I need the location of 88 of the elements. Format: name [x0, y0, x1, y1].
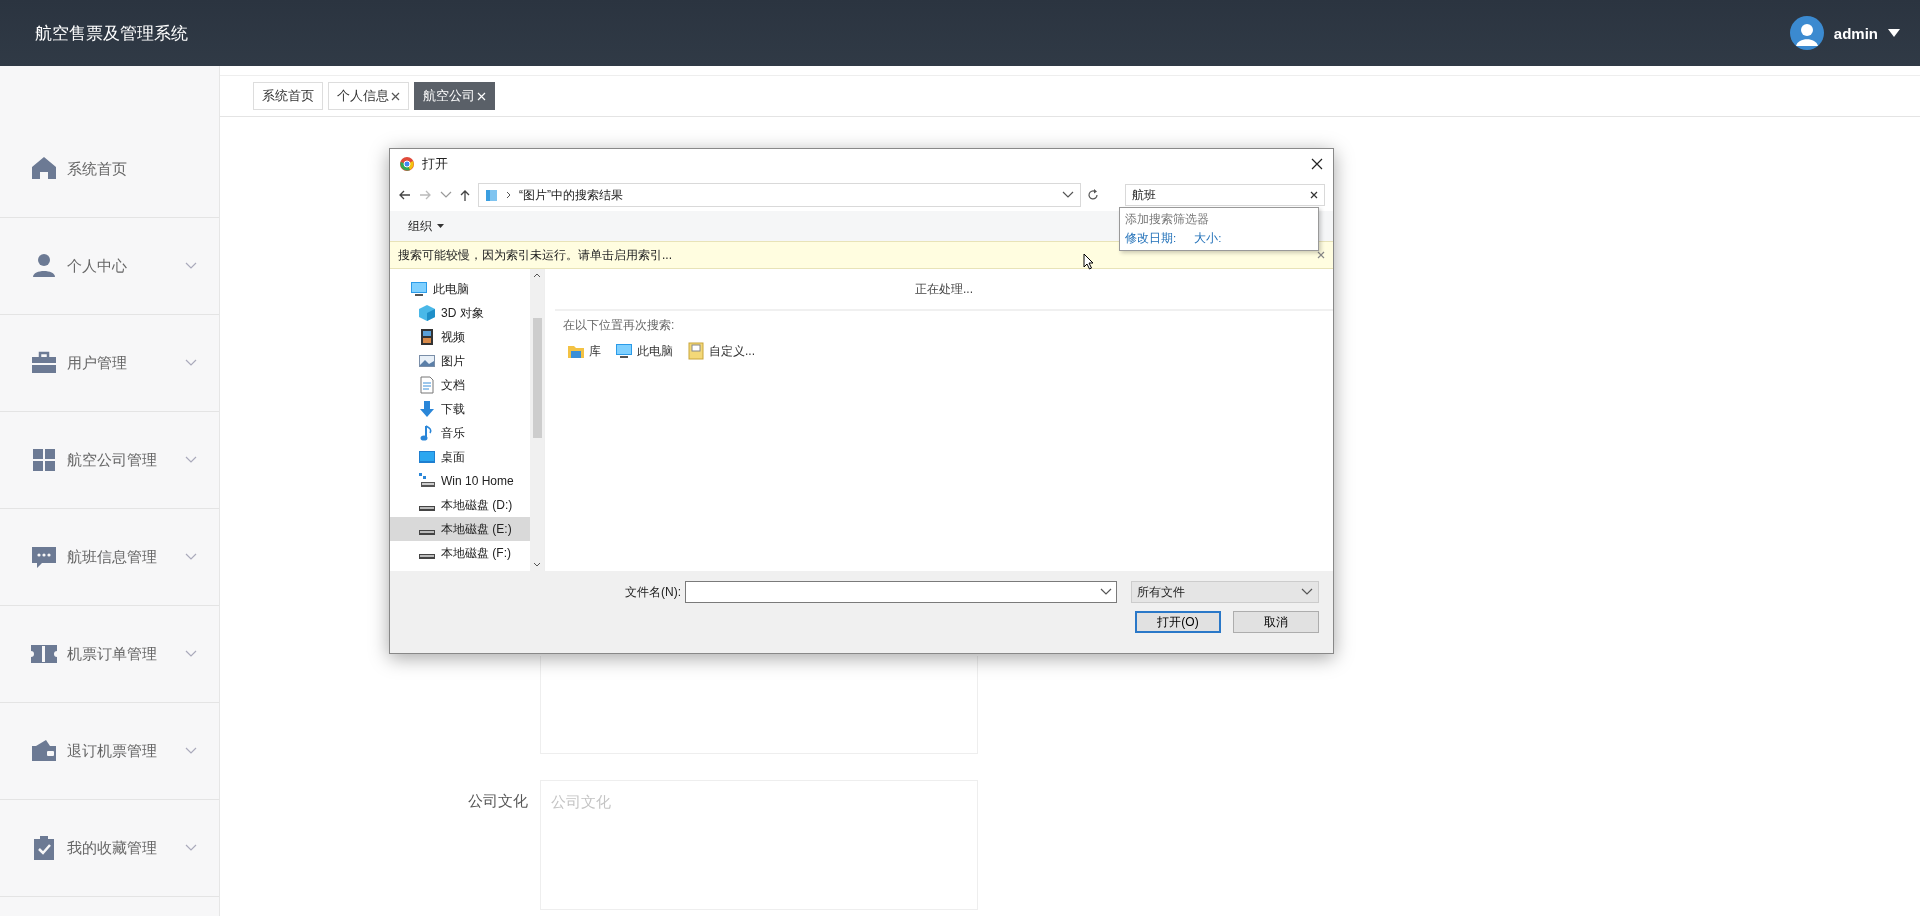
chevron-down-icon	[185, 747, 197, 755]
chevron-down-icon	[1062, 191, 1074, 199]
sidebar-item[interactable]: 航班信息管理	[0, 509, 219, 606]
chevron-down-icon	[185, 844, 197, 852]
clear-icon	[1310, 191, 1318, 199]
cube-icon	[418, 304, 436, 322]
dialog-button[interactable]: 取消	[1233, 611, 1319, 633]
organize-menu[interactable]: 组织	[408, 217, 444, 235]
chevron-down-icon	[185, 456, 197, 464]
forward-arrow-icon	[419, 190, 432, 200]
location-link[interactable]: 库	[567, 342, 601, 360]
app-title: 航空售票及管理系统	[35, 22, 189, 45]
tab[interactable]: 系统首页	[253, 82, 323, 110]
film-icon	[418, 328, 436, 346]
sidebar-item[interactable]: 退订机票管理	[0, 703, 219, 800]
up-arrow-icon	[460, 188, 470, 202]
location-link[interactable]: 自定义...	[687, 342, 755, 360]
field-label: 文件名(N):	[625, 583, 681, 601]
monitor-icon	[410, 280, 428, 298]
location-link[interactable]: 此电脑	[615, 342, 673, 360]
drive-icon	[419, 554, 435, 559]
caret-down-icon	[1888, 29, 1900, 37]
tree-item[interactable]: 3D 对象	[390, 301, 530, 325]
search-again-label: 在以下位置再次搜索:	[562, 317, 676, 334]
text-area[interactable]	[540, 656, 978, 754]
sidebar-item[interactable]: 机票订单管理	[0, 606, 219, 703]
tree-item[interactable]: 文档	[390, 373, 530, 397]
tree-item[interactable]: 下载	[390, 397, 530, 421]
tree-item[interactable]: 音乐	[390, 421, 530, 445]
monitor-icon	[615, 342, 633, 360]
filter-link[interactable]: 大小:	[1194, 231, 1222, 246]
image-icon	[418, 352, 436, 370]
scroll-down-icon	[533, 562, 541, 567]
folder-icon	[485, 188, 498, 202]
tree-item[interactable]: 视频	[390, 325, 530, 349]
drive-icon	[419, 506, 435, 511]
chevron-down-icon	[185, 553, 197, 561]
desktop-icon	[418, 448, 436, 466]
back-arrow-icon	[398, 190, 411, 200]
sidebar-item[interactable]: 用户管理	[0, 315, 219, 412]
tree-item[interactable]: 本地磁盘 (E:)	[390, 517, 530, 541]
field-label: 公司文化	[467, 791, 528, 811]
user-name[interactable]: admin	[1833, 24, 1878, 42]
sidebar-item[interactable]: 系统首页	[0, 121, 219, 218]
caret-down-icon	[437, 224, 444, 228]
network-drive-icon	[418, 472, 436, 490]
tab[interactable]: 航空公司	[414, 82, 495, 110]
chevron-down-icon	[440, 191, 452, 199]
tree-item[interactable]: 此电脑	[390, 277, 530, 301]
down-arrow-icon	[418, 400, 436, 418]
dialog-title: 打开	[422, 155, 449, 173]
close-icon	[1311, 158, 1323, 170]
filter-link[interactable]: 修改日期:	[1125, 231, 1177, 246]
status-text: 正在处理...	[915, 280, 973, 298]
search-field[interactable]: 航班	[1125, 184, 1325, 206]
refresh-icon	[1087, 189, 1099, 201]
address-path: “图片”中的搜索结果	[519, 186, 624, 204]
scroll-up-icon	[533, 273, 541, 278]
custom-folder-icon	[687, 342, 705, 360]
chevron-right-icon	[506, 191, 511, 199]
dialog-button[interactable]: 打开(O)	[1135, 611, 1221, 633]
close-icon	[391, 91, 400, 101]
tab[interactable]: 个人信息	[328, 82, 409, 110]
chevron-down-icon	[185, 262, 197, 270]
address-bar[interactable]: “图片”中的搜索结果	[478, 183, 1081, 207]
close-icon	[477, 91, 486, 101]
sidebar-item[interactable]: 航空公司管理	[0, 412, 219, 509]
chevron-down-icon	[1100, 588, 1112, 596]
tree-item[interactable]: 桌面	[390, 445, 530, 469]
chevron-down-icon	[1301, 588, 1313, 596]
scrollbar[interactable]	[530, 269, 544, 571]
grid-icon	[30, 446, 58, 474]
sidebar-item[interactable]: 个人中心	[0, 218, 219, 315]
drive-icon	[419, 530, 435, 535]
circle-logo-icon	[400, 157, 414, 171]
tree-item[interactable]: 本地磁盘 (F:)	[390, 541, 530, 565]
chevron-down-icon	[185, 650, 197, 658]
tree-item[interactable]: 图片	[390, 349, 530, 373]
person-icon	[30, 252, 58, 280]
tree-item[interactable]: Win 10 Home	[390, 469, 530, 493]
file-type-dropdown[interactable]: 所有文件	[1131, 581, 1319, 603]
popup-heading: 添加搜索筛选器	[1125, 212, 1210, 227]
sidebar-item[interactable]: 我的收藏管理	[0, 800, 219, 897]
avatar-icon	[1789, 16, 1824, 50]
filename-field[interactable]	[685, 581, 1117, 603]
document-icon	[418, 376, 436, 394]
chevron-down-icon	[185, 359, 197, 367]
tree-item[interactable]: 本地磁盘 (D:)	[390, 493, 530, 517]
